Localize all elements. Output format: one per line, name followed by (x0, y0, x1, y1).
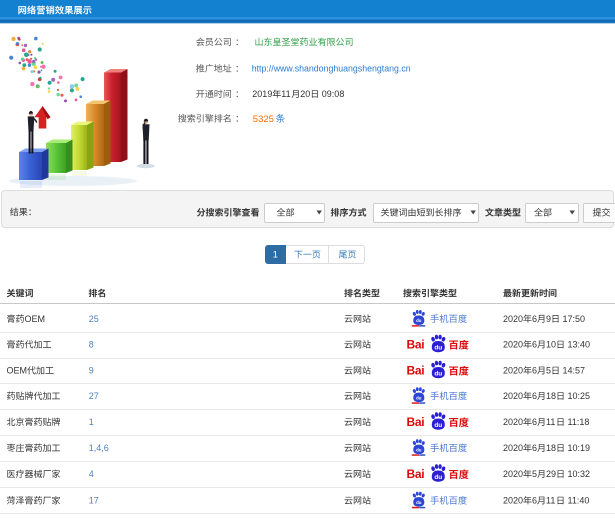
svg-text:6: 6 (532, 391, 537, 401)
svg-text:6: 6 (532, 443, 537, 453)
svg-text:du: du (416, 500, 422, 505)
svg-text:11:40: 11:40 (565, 496, 589, 506)
svg-text:5: 5 (532, 469, 537, 479)
svg-text:2019: 2019 (252, 89, 272, 99)
svg-text:27: 27 (89, 391, 99, 401)
svg-text:2020: 2020 (503, 366, 523, 376)
svg-text:09:08: 09:08 (319, 89, 344, 99)
svg-text:18: 18 (546, 391, 556, 401)
svg-text:20: 20 (300, 89, 310, 99)
svg-text:4: 4 (89, 469, 94, 479)
svg-text:5: 5 (546, 366, 551, 376)
svg-text:14:57: 14:57 (560, 366, 585, 376)
svg-text:11: 11 (281, 89, 290, 99)
svg-text:11: 11 (546, 496, 555, 506)
svg-text:Bai: Bai (407, 338, 425, 352)
svg-text:Bai: Bai (407, 364, 425, 378)
svg-text:2020: 2020 (503, 391, 523, 401)
svg-text:6: 6 (532, 417, 537, 427)
svg-text:2020: 2020 (503, 496, 523, 506)
svg-text:OEM: OEM (25, 314, 46, 324)
svg-text:2020: 2020 (503, 340, 523, 350)
svg-text:OEM: OEM (7, 366, 28, 376)
svg-text:du: du (434, 474, 442, 481)
svg-text:17: 17 (89, 496, 99, 506)
svg-text:11:18: 11:18 (565, 417, 589, 427)
svg-text:10:19: 10:19 (565, 443, 590, 453)
svg-text:11: 11 (546, 417, 555, 427)
svg-text:http://www.shandonghuangshengt: http://www.shandonghuangshengtang.cn (252, 64, 411, 74)
svg-text:10:32: 10:32 (565, 469, 590, 479)
svg-text:du: du (416, 318, 422, 323)
svg-text:5325: 5325 (253, 114, 274, 125)
svg-text:2020: 2020 (503, 417, 523, 427)
svg-text:du: du (416, 395, 422, 400)
svg-text:du: du (434, 370, 442, 377)
svg-text:18: 18 (546, 443, 556, 453)
svg-text:du: du (434, 344, 442, 351)
svg-text:1,4,6: 1,4,6 (89, 443, 109, 453)
svg-text:6: 6 (532, 496, 537, 506)
svg-text:25: 25 (89, 314, 99, 324)
svg-text:10:25: 10:25 (565, 391, 590, 401)
svg-text:9: 9 (546, 314, 551, 324)
svg-text:Bai: Bai (407, 467, 425, 481)
svg-text:6: 6 (532, 314, 537, 324)
svg-text:17:50: 17:50 (560, 314, 585, 324)
svg-text:Bai: Bai (407, 415, 425, 429)
svg-text:2020: 2020 (503, 314, 523, 324)
svg-text:8: 8 (89, 340, 94, 350)
svg-text:13:40: 13:40 (565, 340, 590, 350)
svg-text:9: 9 (89, 366, 94, 376)
svg-text:6: 6 (532, 366, 537, 376)
svg-text:6: 6 (532, 340, 537, 350)
svg-text:du: du (434, 422, 442, 429)
svg-text:1: 1 (89, 417, 94, 427)
svg-text:2020: 2020 (503, 443, 523, 453)
svg-text:2020: 2020 (503, 469, 523, 479)
svg-text:1: 1 (273, 250, 278, 260)
svg-text:10: 10 (546, 340, 556, 350)
svg-text:du: du (416, 447, 422, 452)
svg-text:29: 29 (546, 469, 556, 479)
